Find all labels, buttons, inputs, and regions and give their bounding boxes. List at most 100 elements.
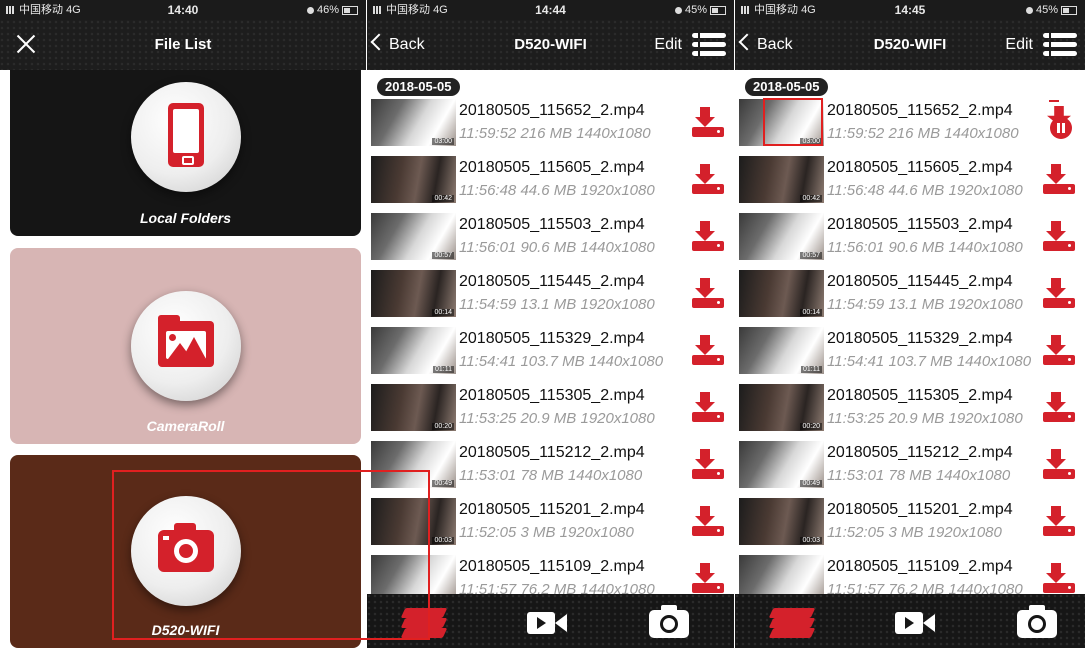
camera-icon (158, 523, 214, 572)
page-title: File List (154, 36, 212, 53)
status-bar: 中国移动 4G 14:45 45% (735, 0, 1085, 20)
list-menu-icon[interactable] (1043, 33, 1077, 57)
download-icon[interactable] (1041, 563, 1077, 594)
download-icon[interactable] (690, 164, 726, 196)
file-meta: 11:52:05 3 MB 1920x1080 (827, 524, 1002, 541)
status-bar: 中国移动 4G 14:44 45% (367, 0, 734, 20)
video-thumbnail[interactable] (371, 555, 456, 594)
file-row[interactable]: 00:49 20180505_115212_2.mp4 11:53:01 78 MB… (367, 436, 734, 494)
video-thumbnail[interactable]: 01:11 (371, 327, 456, 374)
download-icon[interactable] (690, 107, 726, 139)
video-thumbnail[interactable]: 00:03 (371, 498, 456, 545)
camera-roll-card[interactable]: CameraRoll (10, 248, 361, 444)
file-row[interactable]: 03:00 20180505_115652_2.mp4 11:59:52 216 M… (735, 94, 1085, 152)
video-duration: 00:49 (800, 480, 822, 487)
video-thumbnail[interactable]: 00:20 (739, 384, 824, 431)
pause-download-icon[interactable] (1041, 100, 1075, 142)
file-row[interactable]: 03:00 20180505_115652_2.mp4 11:59:52 216 M… (367, 94, 734, 152)
local-folders-card[interactable]: Local Folders (10, 70, 361, 236)
file-meta: 11:53:25 20.9 MB 1920x1080 (827, 410, 1023, 427)
file-row[interactable]: 00:42 20180505_115605_2.mp4 11:56:48 44.6 … (367, 151, 734, 209)
download-icon[interactable] (690, 563, 726, 594)
download-icon[interactable] (690, 392, 726, 424)
video-duration: 03:00 (800, 138, 822, 145)
edit-button[interactable]: Edit (1005, 20, 1033, 70)
download-icon[interactable] (1041, 392, 1077, 424)
video-duration: 00:03 (432, 537, 454, 544)
video-thumbnail[interactable]: 00:03 (739, 498, 824, 545)
video-thumbnail[interactable]: 01:11 (739, 327, 824, 374)
battery-indicator: 46% (306, 0, 358, 20)
video-tab-icon[interactable] (891, 602, 941, 642)
d520-wifi-label: D520-WIFI (151, 622, 220, 638)
date-header: 2018-05-05 (377, 78, 460, 96)
files-tab-icon[interactable] (399, 602, 449, 642)
download-icon[interactable] (1041, 335, 1077, 367)
file-name: 20180505_115445_2.mp4 (459, 273, 645, 290)
video-thumbnail[interactable] (739, 555, 824, 594)
download-icon[interactable] (690, 449, 726, 481)
video-thumbnail[interactable]: 00:42 (739, 156, 824, 203)
battery-icon (710, 5, 726, 15)
video-thumbnail[interactable]: 00:42 (371, 156, 456, 203)
device-files-downloading-screen: 中国移动 4G 14:45 45% Back D520-WIFI Edit 20… (735, 0, 1085, 648)
photo-tab-icon[interactable] (645, 602, 695, 642)
edit-button[interactable]: Edit (654, 20, 682, 70)
alarm-icon (674, 6, 682, 14)
video-duration: 00:20 (432, 423, 454, 430)
download-icon[interactable] (1041, 221, 1077, 253)
file-row[interactable]: 01:11 20180505_115329_2.mp4 11:54:41 103.7… (367, 322, 734, 380)
file-meta: 11:54:59 13.1 MB 1920x1080 (459, 296, 655, 313)
video-duration: 00:14 (800, 309, 822, 316)
video-duration: 03:00 (432, 138, 454, 145)
file-row[interactable]: 20180505_115109_2.mp4 11:51:57 76.2 MB 14… (367, 550, 734, 594)
file-row[interactable]: 00:57 20180505_115503_2.mp4 11:56:01 90.6 … (735, 208, 1085, 266)
file-row[interactable]: 00:03 20180505_115201_2.mp4 11:52:05 3 MB … (735, 493, 1085, 551)
video-thumbnail[interactable]: 00:20 (371, 384, 456, 431)
file-meta: 11:54:41 103.7 MB 1440x1080 (459, 353, 664, 370)
video-duration: 00:42 (432, 195, 454, 202)
file-row[interactable]: 01:11 20180505_115329_2.mp4 11:54:41 103.7… (735, 322, 1085, 380)
video-thumbnail[interactable]: 00:14 (739, 270, 824, 317)
battery-indicator: 45% (1025, 0, 1077, 20)
video-thumbnail[interactable]: 00:57 (739, 213, 824, 260)
photo-tab-icon[interactable] (1013, 602, 1063, 642)
video-tab-icon[interactable] (523, 602, 573, 642)
download-icon[interactable] (1041, 278, 1077, 310)
file-list[interactable]: 2018-05-05 03:00 20180505_115652_2.mp4 11:… (367, 70, 734, 594)
file-row[interactable]: 00:49 20180505_115212_2.mp4 11:53:01 78 MB… (735, 436, 1085, 494)
local-folders-button[interactable] (131, 82, 241, 192)
video-thumbnail[interactable]: 00:49 (739, 441, 824, 488)
file-row[interactable]: 00:20 20180505_115305_2.mp4 11:53:25 20.9 … (367, 379, 734, 437)
download-icon[interactable] (1041, 164, 1077, 196)
video-thumbnail[interactable]: 00:14 (371, 270, 456, 317)
video-duration: 00:49 (432, 480, 454, 487)
download-icon[interactable] (1041, 506, 1077, 538)
file-list[interactable]: 2018-05-05 03:00 20180505_115652_2.mp4 11:… (735, 70, 1085, 594)
download-icon[interactable] (1041, 449, 1077, 481)
download-icon[interactable] (690, 278, 726, 310)
download-icon[interactable] (690, 221, 726, 253)
video-thumbnail[interactable]: 03:00 (739, 99, 824, 146)
file-row[interactable]: 20180505_115109_2.mp4 11:51:57 76.2 MB 14… (735, 550, 1085, 594)
files-tab-icon[interactable] (767, 602, 817, 642)
download-icon[interactable] (690, 506, 726, 538)
video-thumbnail[interactable]: 00:57 (371, 213, 456, 260)
video-duration: 00:42 (800, 195, 822, 202)
file-meta: 11:51:57 76.2 MB 1440x1080 (827, 581, 1023, 594)
download-icon[interactable] (690, 335, 726, 367)
video-duration: 00:03 (800, 537, 822, 544)
file-row[interactable]: 00:42 20180505_115605_2.mp4 11:56:48 44.6 … (735, 151, 1085, 209)
file-row[interactable]: 00:14 20180505_115445_2.mp4 11:54:59 13.1 … (367, 265, 734, 323)
file-row[interactable]: 00:57 20180505_115503_2.mp4 11:56:01 90.6 … (367, 208, 734, 266)
d520-wifi-card[interactable]: D520-WIFI (10, 455, 361, 648)
list-menu-icon[interactable] (692, 33, 726, 57)
d520-wifi-button[interactable] (131, 496, 241, 606)
file-row[interactable]: 00:20 20180505_115305_2.mp4 11:53:25 20.9 … (735, 379, 1085, 437)
file-row[interactable]: 00:03 20180505_115201_2.mp4 11:52:05 3 MB … (367, 493, 734, 551)
battery-percent: 45% (1035, 4, 1058, 16)
file-row[interactable]: 00:14 20180505_115445_2.mp4 11:54:59 13.1 … (735, 265, 1085, 323)
camera-roll-button[interactable] (131, 291, 241, 401)
video-thumbnail[interactable]: 03:00 (371, 99, 456, 146)
video-thumbnail[interactable]: 00:49 (371, 441, 456, 488)
